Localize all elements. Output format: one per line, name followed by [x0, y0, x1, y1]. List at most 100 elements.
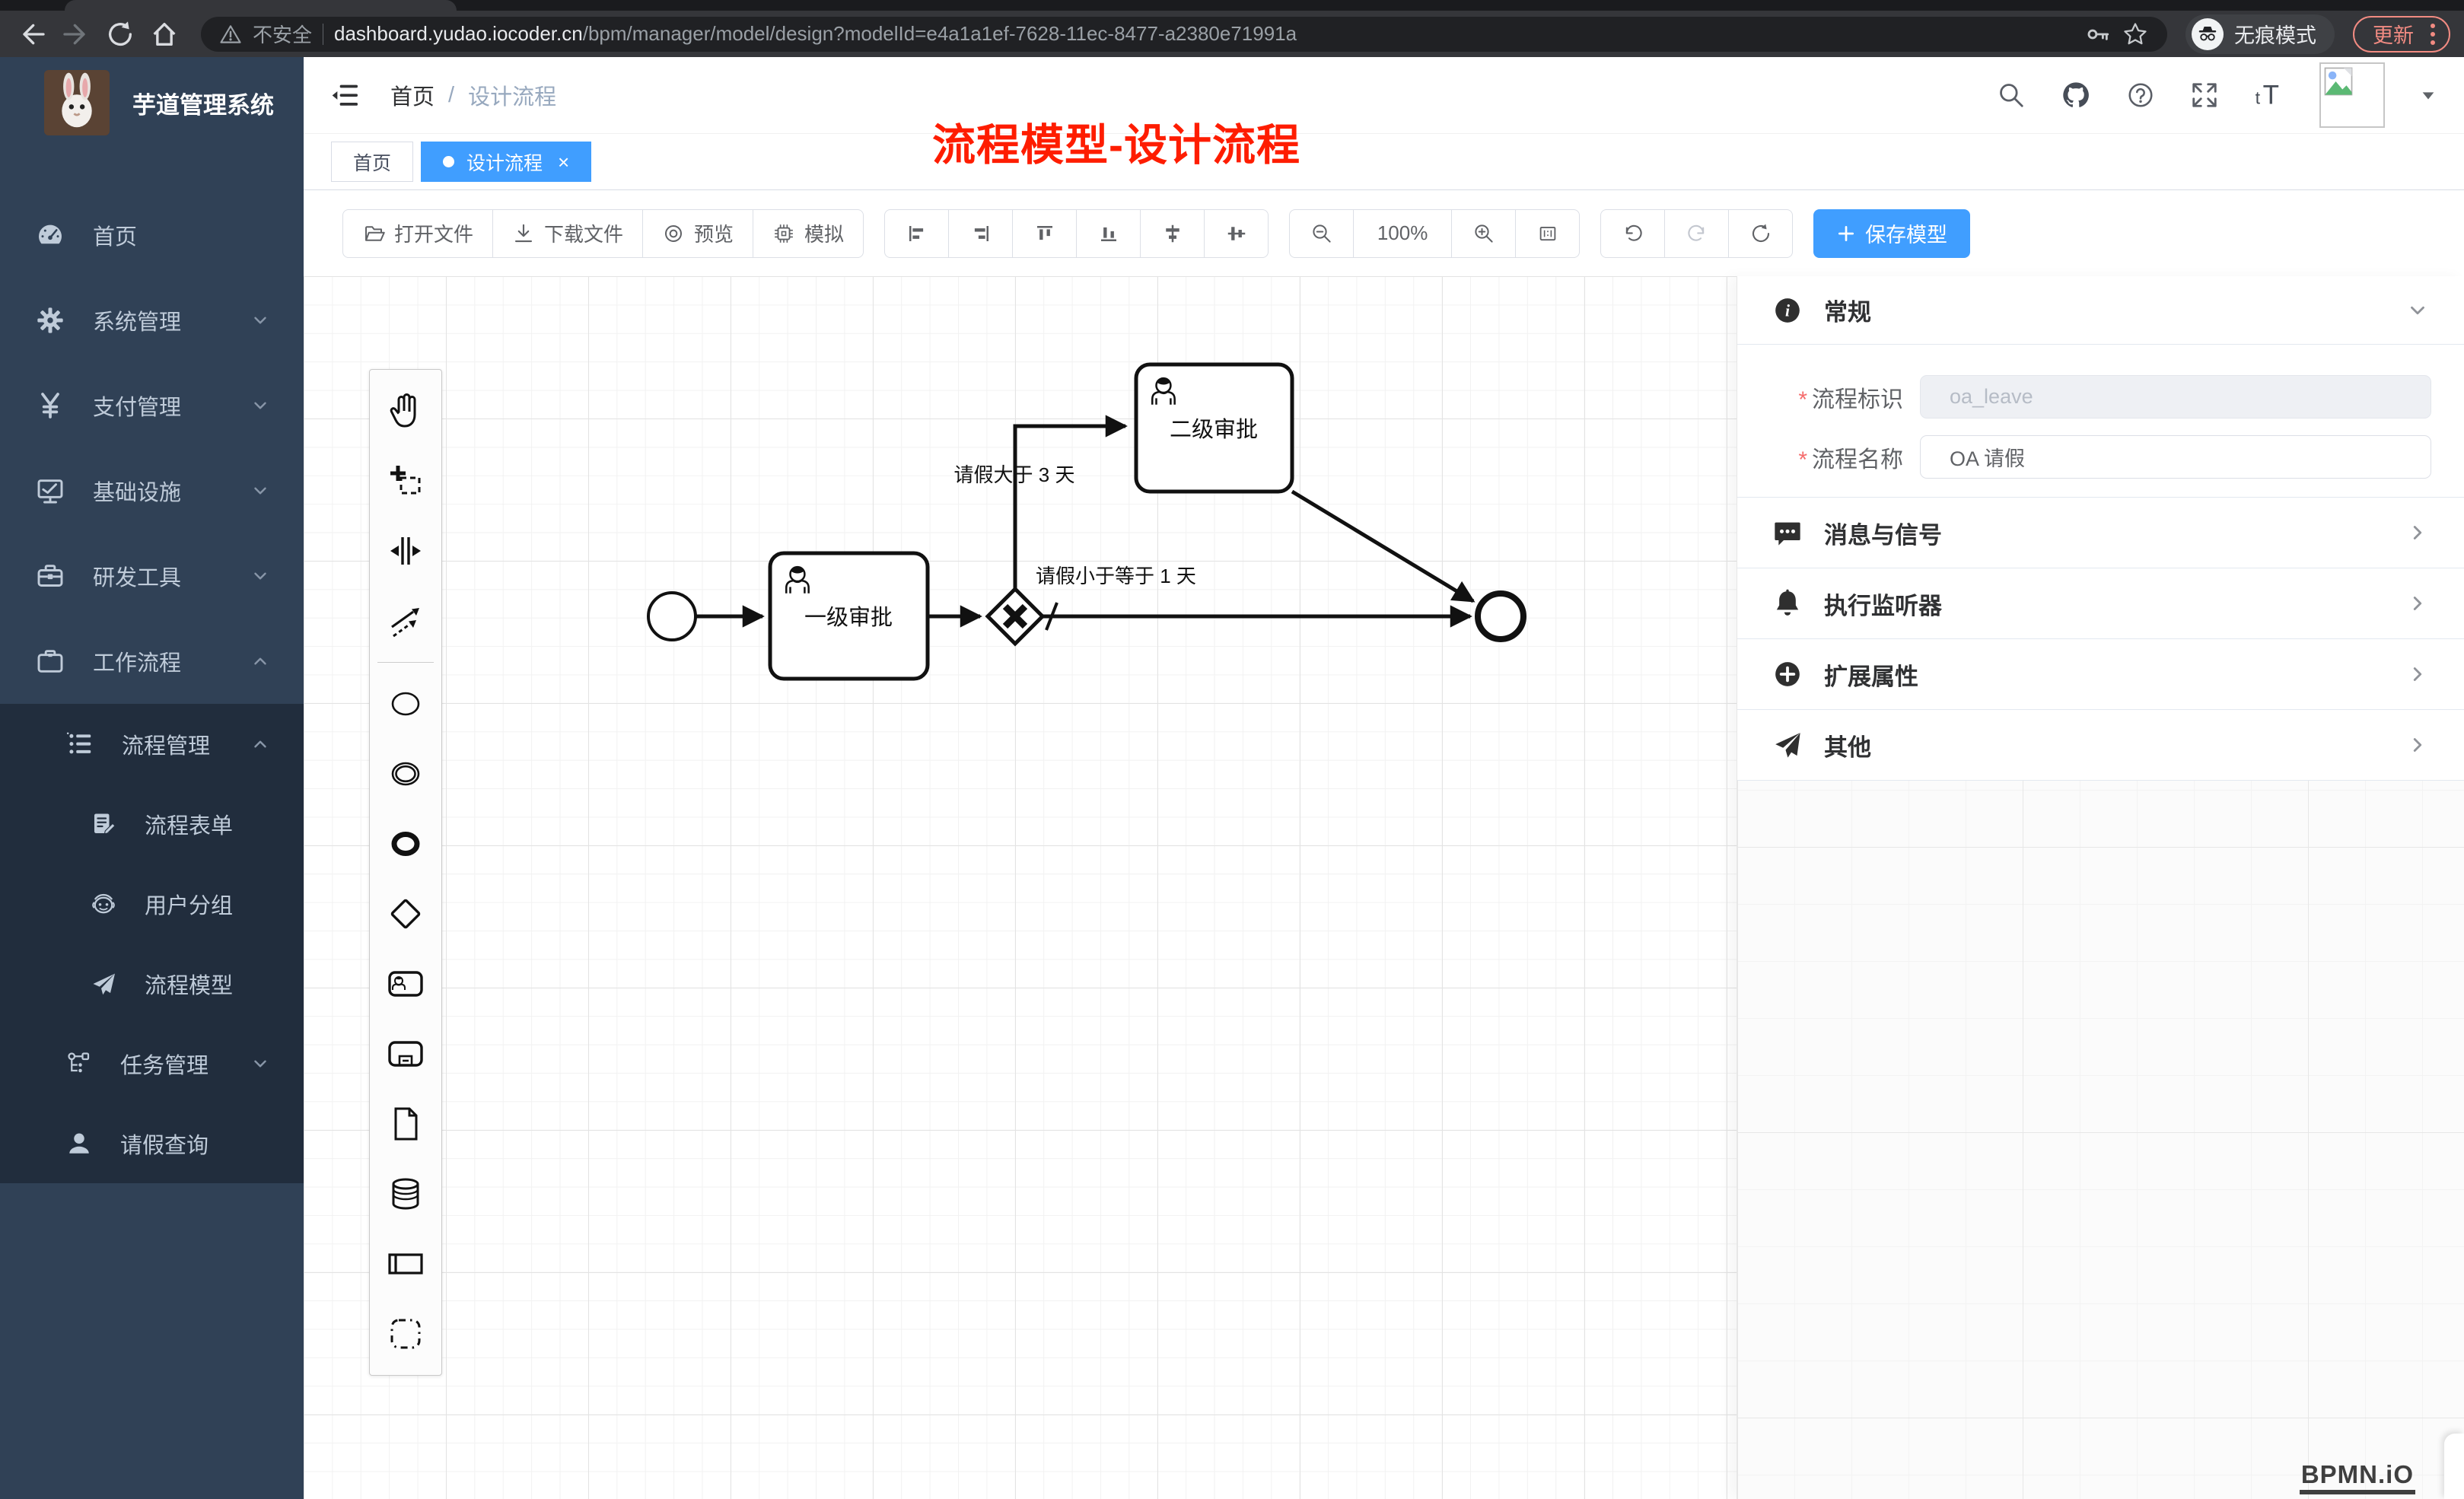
- zoom-level: 100%: [1353, 209, 1452, 258]
- user-task-palette-icon[interactable]: [370, 949, 441, 1019]
- close-tab-icon[interactable]: ×: [558, 152, 569, 172]
- lasso-tool-icon[interactable]: [370, 446, 441, 516]
- task-label: 二级审批: [1170, 417, 1258, 442]
- zoom-out-button[interactable]: [1289, 209, 1354, 258]
- fullscreen-icon[interactable]: [2190, 81, 2219, 110]
- update-button[interactable]: 更新: [2353, 16, 2450, 53]
- data-store-icon[interactable]: [370, 1159, 441, 1229]
- sidebar-item-label: 支付管理: [93, 390, 181, 422]
- font-size-icon[interactable]: tT: [2254, 80, 2284, 110]
- tab-home[interactable]: 首页: [331, 142, 413, 182]
- chevron-right-icon: [2406, 734, 2429, 756]
- start-event-icon[interactable]: [370, 669, 441, 739]
- sidebar-item-infra[interactable]: 基础设施: [0, 448, 304, 533]
- github-icon[interactable]: [2061, 80, 2091, 110]
- sidebar-item-payment[interactable]: 支付管理: [0, 363, 304, 448]
- tree-list-icon: [65, 730, 94, 759]
- plus-icon: [1836, 224, 1856, 243]
- sidebar-item-system[interactable]: 系统管理: [0, 278, 304, 363]
- align-center-horizontal-button[interactable]: [1140, 209, 1205, 258]
- process-name-input[interactable]: [1920, 435, 2431, 479]
- avatar[interactable]: [2319, 62, 2385, 128]
- section-extended-attributes[interactable]: 扩展属性: [1737, 639, 2464, 710]
- sidebar-item-label: 流程表单: [145, 808, 233, 840]
- section-message-signal[interactable]: 消息与信号: [1737, 498, 2464, 568]
- space-tool-icon[interactable]: [370, 516, 441, 586]
- browser-tab-strip: [0, 0, 2464, 11]
- align-center-vertical-button[interactable]: [1204, 209, 1269, 258]
- preview-button[interactable]: 预览: [642, 209, 753, 258]
- process-name-label: *流程名称: [1737, 441, 1903, 474]
- search-icon[interactable]: [1997, 81, 2026, 110]
- flow-task2-to-end[interactable]: [1292, 492, 1473, 601]
- subprocess-icon[interactable]: [370, 1019, 441, 1089]
- breadcrumb-home[interactable]: 首页: [390, 79, 435, 111]
- align-left-button[interactable]: [884, 209, 949, 258]
- process-key-input[interactable]: [1920, 375, 2431, 419]
- bpmn-io-watermark[interactable]: BPMN.iO: [2300, 1460, 2415, 1494]
- app-logo-row[interactable]: 芋道管理系统: [0, 57, 304, 148]
- group-icon[interactable]: [370, 1299, 441, 1369]
- open-file-button[interactable]: 打开文件: [342, 209, 493, 258]
- redo-button[interactable]: [1664, 209, 1729, 258]
- data-object-icon[interactable]: [370, 1089, 441, 1159]
- sidebar-item-home[interactable]: 首页: [0, 193, 304, 278]
- sidebar-item-devtools[interactable]: 研发工具: [0, 533, 304, 619]
- section-general[interactable]: i 常规: [1737, 276, 2464, 345]
- sidebar-item-user-group[interactable]: 用户分组: [0, 864, 304, 944]
- collapse-sidebar-icon[interactable]: [331, 80, 361, 110]
- save-model-button[interactable]: 保存模型: [1813, 209, 1970, 258]
- chip-icon: [772, 222, 795, 245]
- incognito-badge: 无痕模式: [2185, 14, 2335, 54]
- zoom-in-button[interactable]: [1451, 209, 1516, 258]
- bookmark-star-icon[interactable]: [2122, 21, 2149, 48]
- briefcase-icon: [35, 646, 65, 676]
- participant-pool-icon[interactable]: [370, 1229, 441, 1299]
- tab-design-process[interactable]: 设计流程 ×: [421, 142, 591, 182]
- sidebar-item-label: 任务管理: [120, 1048, 209, 1080]
- simulate-button[interactable]: 模拟: [753, 209, 864, 258]
- section-other[interactable]: 其他: [1737, 710, 2464, 781]
- sidebar-item-workflow[interactable]: 工作流程: [0, 619, 304, 704]
- back-icon[interactable]: [14, 16, 50, 53]
- caret-down-icon[interactable]: [2420, 87, 2437, 103]
- sidebar-item-process-mgmt[interactable]: 流程管理: [0, 704, 304, 784]
- url-bar[interactable]: 不安全 dashboard.yudao.iocoder.cn/bpm/manag…: [201, 17, 2167, 52]
- home-icon[interactable]: [146, 16, 183, 53]
- sidebar-item-task-mgmt[interactable]: 任务管理: [0, 1023, 304, 1103]
- download-file-button[interactable]: 下载文件: [492, 209, 643, 258]
- folder-open-icon: [362, 222, 385, 245]
- sidebar-item-process-model[interactable]: 流程模型: [0, 944, 304, 1023]
- end-event-icon[interactable]: [370, 809, 441, 879]
- hand-tool-icon[interactable]: [370, 376, 441, 446]
- url-host: dashboard.yudao.iocoder.cn: [334, 22, 583, 45]
- align-top-button[interactable]: [1012, 209, 1077, 258]
- reset-button[interactable]: [1728, 209, 1793, 258]
- browser-tab[interactable]: [65, 0, 457, 11]
- incognito-label: 无痕模式: [2234, 19, 2316, 49]
- sidebar-item-label: 流程模型: [145, 968, 233, 1000]
- password-key-icon[interactable]: [2085, 21, 2111, 47]
- flow-label-gt3[interactable]: 请假大于 3 天: [954, 463, 1075, 486]
- forward-icon[interactable]: [58, 16, 94, 53]
- sidebar-item-label: 请假查询: [120, 1128, 209, 1160]
- section-execution-listener[interactable]: 执行监听器: [1737, 568, 2464, 639]
- sidebar-item-process-form[interactable]: 流程表单: [0, 784, 304, 864]
- end-event[interactable]: [1478, 594, 1523, 639]
- chevron-right-icon: [2406, 592, 2429, 615]
- fit-view-button[interactable]: [1515, 209, 1580, 258]
- start-event[interactable]: [648, 593, 696, 640]
- intermediate-event-icon[interactable]: [370, 739, 441, 809]
- task-label: 一级审批: [804, 605, 893, 630]
- align-bottom-button[interactable]: [1076, 209, 1141, 258]
- sidebar-item-leave-query[interactable]: 请假查询: [0, 1103, 304, 1183]
- reload-icon[interactable]: [102, 16, 138, 53]
- global-connect-tool-icon[interactable]: [370, 586, 441, 656]
- gateway-icon[interactable]: [370, 879, 441, 949]
- help-icon[interactable]: [2126, 81, 2155, 110]
- undo-button[interactable]: [1600, 209, 1665, 258]
- flow-label-le1[interactable]: 请假小于等于 1 天: [1036, 565, 1196, 587]
- url-text: dashboard.yudao.iocoder.cn/bpm/manager/m…: [334, 22, 2074, 46]
- browser-menu-icon[interactable]: [2426, 24, 2440, 45]
- align-right-button[interactable]: [948, 209, 1013, 258]
